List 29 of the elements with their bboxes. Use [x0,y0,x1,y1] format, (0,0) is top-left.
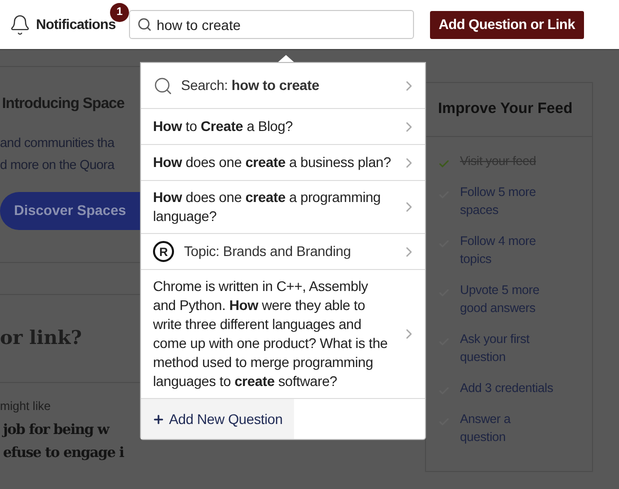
suggestion-text: Chrome is written in C++, Assembly and Python. How were they able to write three different languages and come up with one product? What is the method used to merge programming languages to create software? [153,277,389,391]
search-icon [136,17,152,32]
ask-prompt: or link? [0,326,82,351]
suggestion-item[interactable]: How to Create a Blog? [141,109,425,145]
feed-title: Improve Your Feed [438,99,572,120]
add-new-question-button[interactable]: Add New Question [141,399,294,439]
suggestion-text: Topic: Brands and Branding [184,242,352,261]
suggestion-text: Search: how to create [181,76,320,95]
card-text: and communities tha [0,134,116,152]
suggestion-item[interactable]: How does one create a business plan? [141,145,425,181]
suggestion-item[interactable]: How does one create a programming language? [141,181,425,234]
suggestion-item[interactable]: R Topic: Brands and Branding [141,234,425,270]
plus-icon [152,412,165,426]
search-field[interactable]: how to create [128,10,414,39]
card-title: Introducing Space [2,94,126,114]
bell-icon[interactable] [9,14,31,36]
card-text: d more on the Quora [0,156,116,174]
add-question-button[interactable]: Add Question or Link [430,10,584,38]
discover-spaces-button[interactable]: Discover Spaces [0,192,140,230]
suggestion-item[interactable]: Search: how to create [141,63,425,109]
suggestion-text: How does one create a programming language? [153,188,382,226]
topic-icon: R [153,241,174,262]
search-icon [153,76,173,96]
headline-text: efuse to engage i [2,444,126,462]
headline-text: job for being w [1,420,110,440]
suggestion-text: How does one create a business plan? [153,153,392,172]
suggestion-text: How to Create a Blog? [153,117,294,136]
notification-count: 1 [110,3,129,22]
recommended-label: might like [0,398,52,414]
